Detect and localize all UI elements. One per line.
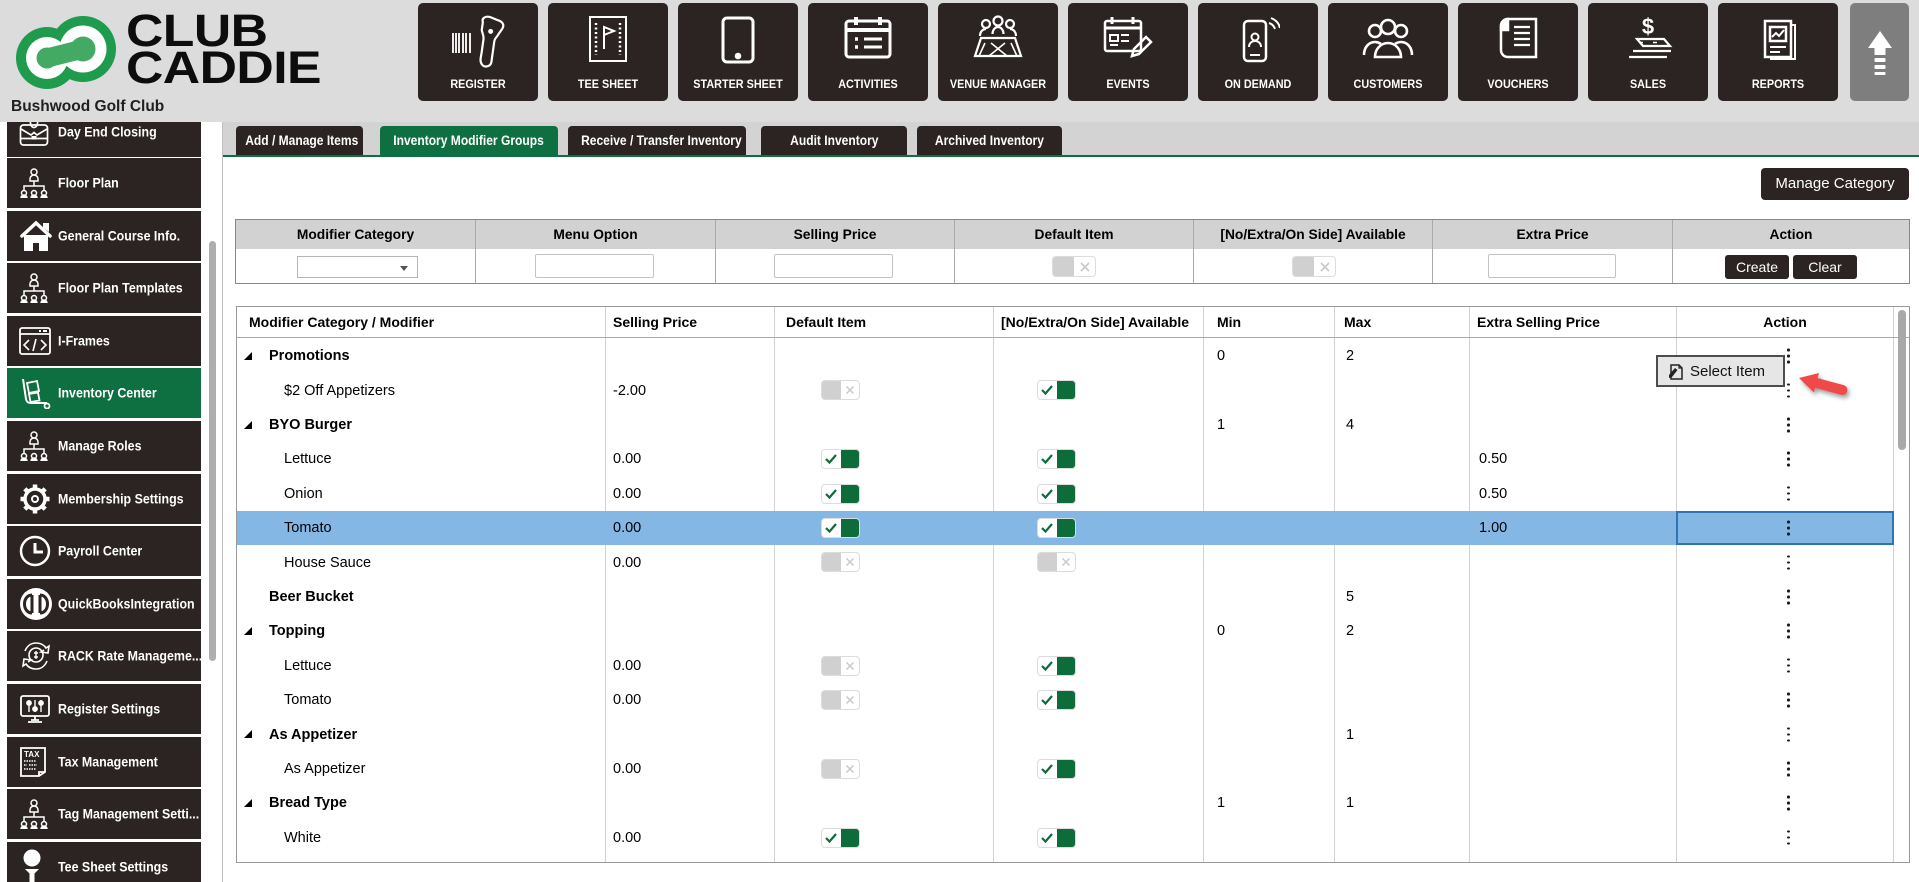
svg-text:$: $ — [1642, 15, 1654, 39]
svg-text:TAX: TAX — [24, 750, 40, 759]
